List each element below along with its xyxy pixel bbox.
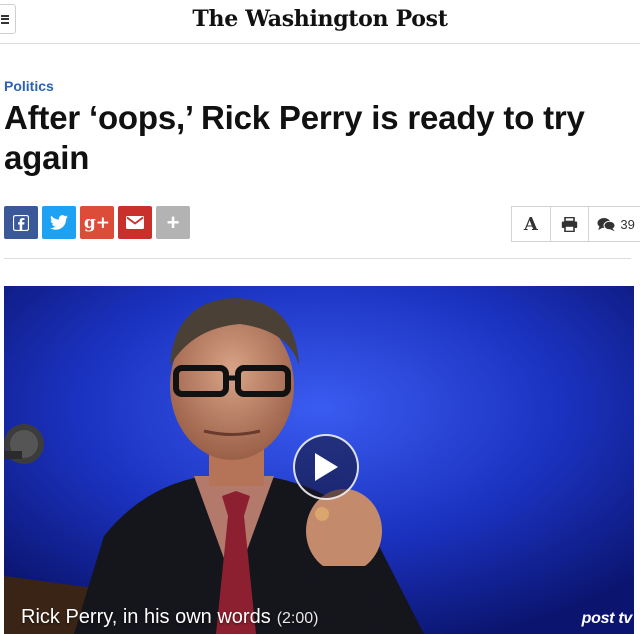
article-headline: After ‘oops,’ Rick Perry is ready to try… <box>4 99 585 176</box>
top-bar: The Washington Post <box>0 0 640 44</box>
comments-count: 39 <box>620 216 635 232</box>
video-duration: (2:00) <box>276 610 319 627</box>
section-link[interactable]: Politics <box>4 78 54 94</box>
play-icon <box>315 453 338 481</box>
facebook-share-button[interactable] <box>4 206 38 239</box>
play-button[interactable] <box>293 434 359 500</box>
google-plus-icon: g+ <box>83 212 111 233</box>
masthead-logo[interactable]: The Washington Post <box>0 6 640 32</box>
video-player[interactable]: Rick Perry, in his own words (2:00) post … <box>4 286 634 634</box>
divider <box>4 258 631 259</box>
article-tools: A 39 <box>511 206 640 242</box>
text-size-button[interactable]: A <box>512 207 551 241</box>
printer-icon <box>561 216 578 232</box>
comments-button[interactable]: 39 <box>589 207 640 241</box>
share-toolbar: g+ + <box>4 206 190 239</box>
email-share-button[interactable] <box>118 206 152 239</box>
twitter-share-button[interactable] <box>42 206 76 239</box>
twitter-icon <box>50 215 68 230</box>
envelope-icon <box>126 216 144 229</box>
google-plus-share-button[interactable]: g+ <box>80 206 114 239</box>
print-button[interactable] <box>551 207 590 241</box>
video-title: Rick Perry, in his own words <box>21 606 271 628</box>
video-caption: Rick Perry, in his own words (2:00) <box>21 606 319 629</box>
post-tv-logo: post tv <box>581 610 633 627</box>
more-share-button[interactable]: + <box>156 206 190 239</box>
comments-icon <box>597 217 616 231</box>
plus-icon: + <box>166 209 180 235</box>
facebook-icon <box>13 214 29 231</box>
